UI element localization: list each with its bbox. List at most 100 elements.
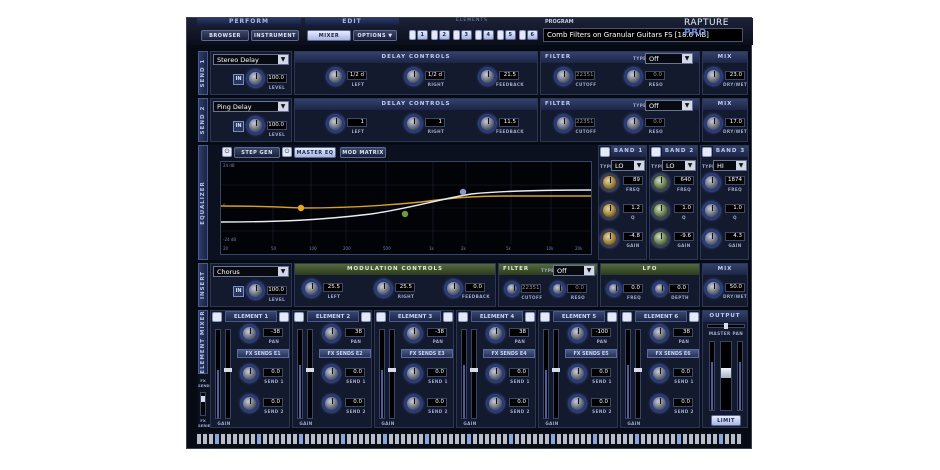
element1-power-icon[interactable] <box>212 312 222 322</box>
master-pan-handle[interactable] <box>724 323 728 329</box>
element-6-power-icon[interactable] <box>519 30 526 40</box>
mod-matrix-button[interactable]: MOD MATRIX <box>340 147 386 158</box>
element5-pan-knob[interactable] <box>569 325 586 342</box>
element1-send1-knob[interactable] <box>241 365 258 382</box>
band2-freq-knob[interactable] <box>652 174 669 191</box>
insert-reso-knob[interactable] <box>551 282 565 296</box>
send1-filter-type-select[interactable]: Off ▼ <box>645 53 693 64</box>
element6-power-icon[interactable] <box>622 312 632 322</box>
band3-freq-knob[interactable] <box>703 174 720 191</box>
band1-power-icon[interactable] <box>600 147 610 157</box>
element6-solo-icon[interactable] <box>689 312 699 322</box>
element5-solo-icon[interactable] <box>607 312 617 322</box>
send2-feedback-knob[interactable] <box>479 115 496 132</box>
band3-power-icon[interactable] <box>702 147 712 157</box>
insert-effect-select[interactable]: Chorus ▼ <box>213 266 289 277</box>
element6-pan-knob[interactable] <box>651 325 668 342</box>
stepgen-power-icon[interactable]: ⏻ <box>222 147 232 157</box>
send1-in-button[interactable]: IN <box>233 74 244 85</box>
element6-gain-handle[interactable] <box>634 368 642 372</box>
element6-gain-fader[interactable] <box>634 329 642 419</box>
element2-send1-knob[interactable] <box>323 365 340 382</box>
element4-send2-knob[interactable] <box>487 395 504 412</box>
element-3-power-icon[interactable] <box>453 30 460 40</box>
send2-in-button[interactable]: IN <box>233 121 244 132</box>
element1-solo-icon[interactable] <box>279 312 289 322</box>
browser-button[interactable]: BROWSER <box>201 30 249 41</box>
element-2-power-icon[interactable] <box>431 30 438 40</box>
element3-power-icon[interactable] <box>376 312 386 322</box>
send1-level-knob[interactable] <box>247 70 264 87</box>
band2-gain-knob[interactable] <box>652 230 669 247</box>
eq-band2-node[interactable] <box>401 210 409 218</box>
element5-gain-handle[interactable] <box>552 368 560 372</box>
element-4-select-button[interactable]: 4 <box>483 30 494 40</box>
insert-cutoff-knob[interactable] <box>505 282 519 296</box>
insert-filter-type-select[interactable]: Off ▼ <box>553 265 595 276</box>
element-5-select-button[interactable]: 5 <box>505 30 516 40</box>
band3-gain-knob[interactable] <box>703 230 720 247</box>
eq-band1-node[interactable] <box>297 204 305 212</box>
element5-send1-knob[interactable] <box>569 365 586 382</box>
send2-level-knob[interactable] <box>247 117 264 134</box>
element-4-power-icon[interactable] <box>475 30 482 40</box>
send1-mix-knob[interactable] <box>705 68 722 85</box>
mixer-button[interactable]: MIXER <box>307 30 351 41</box>
element1-gain-fader[interactable] <box>224 329 232 419</box>
eq-band3-node[interactable] <box>459 188 467 196</box>
band2-type-select[interactable]: LO ▼ <box>662 160 696 171</box>
send1-feedback-knob[interactable] <box>479 68 496 85</box>
insert-in-button[interactable]: IN <box>233 286 244 297</box>
element1-send2-knob[interactable] <box>241 395 258 412</box>
fx-routing-switch[interactable] <box>200 392 206 416</box>
fx-routing-handle[interactable] <box>201 396 205 402</box>
element2-solo-icon[interactable] <box>361 312 371 322</box>
mastereq-power-icon[interactable]: ⏻ <box>282 147 292 157</box>
element-5-power-icon[interactable] <box>497 30 504 40</box>
insert-feedback-knob[interactable] <box>445 280 462 297</box>
element-1-select-button[interactable]: 1 <box>417 30 428 40</box>
send1-effect-select[interactable]: Stereo Delay ▼ <box>213 54 289 65</box>
send2-left-knob[interactable] <box>327 115 344 132</box>
send1-right-knob[interactable] <box>405 68 422 85</box>
element3-pan-knob[interactable] <box>405 325 422 342</box>
element4-send1-knob[interactable] <box>487 365 504 382</box>
element5-send2-knob[interactable] <box>569 395 586 412</box>
options-button[interactable]: OPTIONS ▼ <box>353 30 397 41</box>
element5-gain-fader[interactable] <box>552 329 560 419</box>
element4-power-icon[interactable] <box>458 312 468 322</box>
limit-button[interactable]: LIMIT <box>711 415 741 426</box>
insert-depth-knob[interactable] <box>653 282 667 296</box>
element6-send2-knob[interactable] <box>651 395 668 412</box>
band1-gain-knob[interactable] <box>601 230 618 247</box>
send2-mix-knob[interactable] <box>705 115 722 132</box>
element4-pan-knob[interactable] <box>487 325 504 342</box>
step-gen-button[interactable]: STEP GEN <box>234 147 280 158</box>
instrument-button[interactable]: INSTRUMENT <box>251 30 299 41</box>
element-3-select-button[interactable]: 3 <box>461 30 472 40</box>
send2-cutoff-knob[interactable] <box>555 115 572 132</box>
output-fader-handle[interactable] <box>721 368 731 378</box>
element2-gain-handle[interactable] <box>306 368 314 372</box>
element2-send2-knob[interactable] <box>323 395 340 412</box>
element2-gain-fader[interactable] <box>306 329 314 419</box>
insert-level-knob[interactable] <box>247 282 264 299</box>
send1-cutoff-knob[interactable] <box>555 68 572 85</box>
element3-send1-knob[interactable] <box>405 365 422 382</box>
element2-pan-knob[interactable] <box>323 325 340 342</box>
send1-reso-knob[interactable] <box>625 68 642 85</box>
send2-right-knob[interactable] <box>405 115 422 132</box>
element4-solo-icon[interactable] <box>525 312 535 322</box>
element2-power-icon[interactable] <box>294 312 304 322</box>
element3-gain-handle[interactable] <box>388 368 396 372</box>
master-eq-button[interactable]: MASTER EQ <box>294 147 336 158</box>
output-fader[interactable] <box>720 341 732 411</box>
element-6-select-button[interactable]: 6 <box>527 30 538 40</box>
band3-q-knob[interactable] <box>703 202 720 219</box>
element3-send2-knob[interactable] <box>405 395 422 412</box>
band1-q-knob[interactable] <box>601 202 618 219</box>
send2-filter-type-select[interactable]: Off ▼ <box>645 100 693 111</box>
element1-gain-handle[interactable] <box>224 368 232 372</box>
element1-pan-knob[interactable] <box>241 325 258 342</box>
element5-power-icon[interactable] <box>540 312 550 322</box>
